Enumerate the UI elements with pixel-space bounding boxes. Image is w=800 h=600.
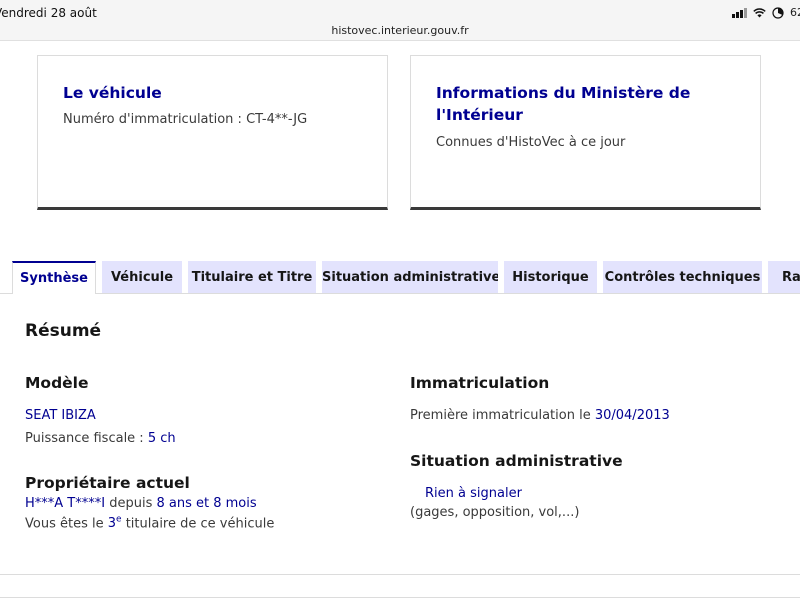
ministry-card: Informations du Ministère de l'Intérieur… — [410, 55, 761, 210]
vehicle-card-title: Le véhicule — [63, 84, 162, 102]
admin-status: Rien à signaler — [425, 486, 522, 501]
wifi-icon — [753, 7, 766, 17]
model-heading: Modèle — [25, 374, 89, 392]
ministry-card-title: Informations du Ministère de l'Intérieur — [436, 84, 691, 124]
vehicle-card: Le véhicule Numéro d'immatriculation : C… — [37, 55, 388, 210]
page-content: Le véhicule Numéro d'immatriculation : C… — [0, 41, 800, 600]
bottom-divider — [0, 597, 800, 598]
owner-rank-suffix: titulaire de ce véhicule — [121, 516, 275, 532]
registration-heading: Immatriculation — [410, 374, 550, 392]
owner-heading: Propriétaire actuel — [25, 474, 190, 492]
tab-situation-administrative[interactable]: Situation administrative — [322, 261, 498, 294]
admin-heading: Situation administrative — [410, 452, 623, 470]
owner-rank-number: 3e — [107, 515, 122, 532]
first-registration-label: Première immatriculation le — [410, 408, 595, 423]
tab-vehicule[interactable]: Véhicule — [102, 261, 182, 294]
fiscal-power-label: Puissance fiscale : — [25, 431, 148, 446]
owner-since-label: depuis — [105, 496, 157, 511]
summary-title: Résumé — [25, 321, 102, 341]
owner-since-value: 8 ans et 8 mois — [156, 496, 257, 511]
address-bar-url[interactable]: histovec.interieur.gouv.fr — [0, 24, 800, 37]
status-icons: 62 — [732, 6, 800, 19]
registration-number: Numéro d'immatriculation : CT-4**-JG — [63, 112, 308, 127]
tab-controles-techniques[interactable]: Contrôles techniques — [603, 261, 762, 294]
status-time: Vendredi 28 août — [0, 6, 97, 20]
ministry-card-subtitle: Connues d'HistoVec à ce jour — [436, 135, 626, 150]
fiscal-power-value: 5 ch — [147, 431, 176, 446]
first-registration-date: 30/04/2013 — [594, 408, 670, 423]
owner-rank-prefix: Vous êtes le — [25, 516, 108, 532]
owner-rank-digit: 3 — [107, 516, 117, 532]
status-bar: Vendredi 28 août 62 histovec.interieur.g… — [0, 0, 800, 41]
battery-icon — [772, 6, 784, 19]
first-registration: Première immatriculation le 30/04/2013 — [410, 408, 670, 423]
model-name: SEAT IBIZA — [25, 408, 96, 423]
fiscal-power: Puissance fiscale : 5 ch — [25, 431, 176, 446]
owner-name: H***A T****I — [25, 496, 106, 511]
tab-titulaire-titre[interactable]: Titulaire et Titre — [188, 261, 316, 294]
owner-rank: Vous êtes le 3e titulaire de ce véhicule — [25, 515, 274, 531]
battery-level: 62 — [790, 6, 800, 19]
summary-panel: Résumé Modèle SEAT IBIZA Puissance fisca… — [0, 293, 800, 575]
owner-line: H***A T****I depuis 8 ans et 8 mois — [25, 496, 257, 511]
admin-details: (gages, opposition, vol,...) — [410, 505, 580, 520]
tab-bar: Synthèse Véhicule Titulaire et Titre Sit… — [0, 261, 800, 294]
tab-historique[interactable]: Historique — [504, 261, 597, 294]
cellular-signal-icon — [732, 7, 747, 18]
tab-synthese[interactable]: Synthèse — [12, 261, 96, 294]
tab-rapport[interactable]: Rap — [768, 261, 800, 294]
